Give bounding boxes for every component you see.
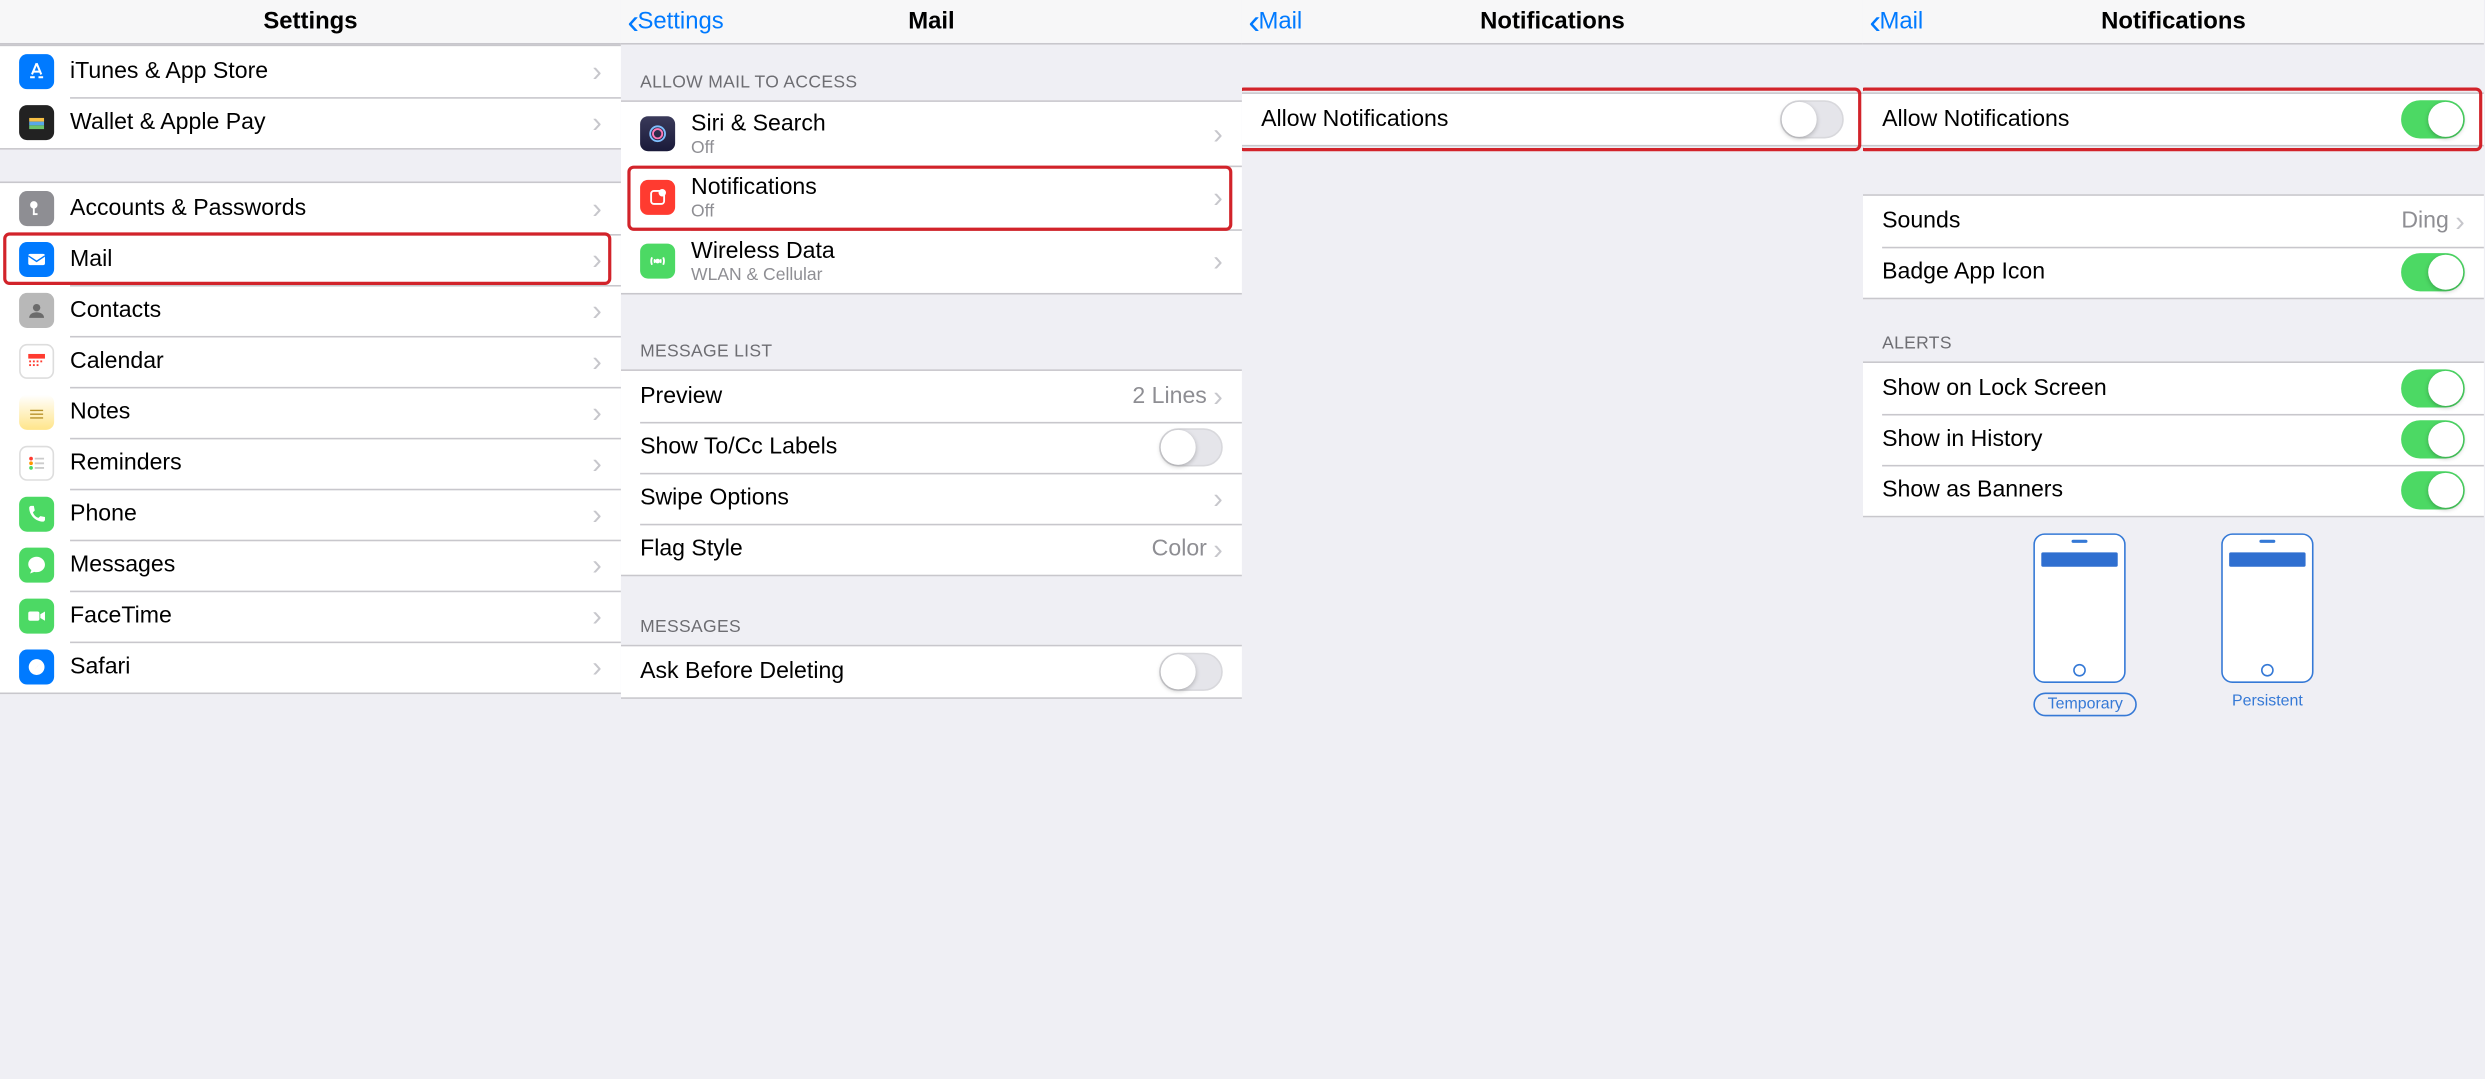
row-wallet-apple-pay[interactable]: Wallet & Apple Pay › — [0, 97, 621, 148]
navbar-settings: Settings — [0, 0, 621, 45]
row-sounds[interactable]: Sounds Ding › — [1863, 196, 2484, 247]
phone-icon — [19, 497, 54, 532]
contacts-icon — [19, 293, 54, 328]
navbar-notifications: ‹ Mail Notifications — [1863, 0, 2484, 45]
row-notifications[interactable]: Notifications Off › — [621, 166, 1242, 230]
row-show-as-banners[interactable]: Show as Banners — [1863, 465, 2484, 516]
back-button[interactable]: ‹ Mail — [1248, 4, 1302, 39]
chevron-right-icon: › — [592, 106, 602, 139]
chevron-right-icon: › — [592, 599, 602, 632]
calendar-icon — [19, 344, 54, 379]
row-ask-before-deleting[interactable]: Ask Before Deleting — [621, 646, 1242, 697]
page-title: Settings — [0, 8, 621, 35]
chevron-right-icon: › — [2455, 205, 2465, 238]
row-allow-notifications[interactable]: Allow Notifications — [1863, 94, 2484, 145]
chevron-right-icon: › — [592, 243, 602, 276]
row-phone[interactable]: Phone › — [0, 489, 621, 540]
chevron-right-icon: › — [592, 498, 602, 531]
chevron-right-icon: › — [592, 396, 602, 429]
banner-style-temporary[interactable]: Temporary — [2033, 533, 2125, 716]
row-contacts[interactable]: Contacts › — [0, 285, 621, 336]
row-itunes-app-store[interactable]: iTunes & App Store › — [0, 46, 621, 97]
back-button[interactable]: ‹ Mail — [1869, 4, 1923, 39]
siri-icon — [640, 116, 675, 151]
row-safari[interactable]: Safari › — [0, 642, 621, 693]
chevron-right-icon: › — [1213, 533, 1223, 566]
chevron-right-icon: › — [592, 345, 602, 378]
key-icon — [19, 191, 54, 226]
safari-icon — [19, 650, 54, 685]
row-badge-app-icon[interactable]: Badge App Icon — [1863, 247, 2484, 298]
chevron-right-icon: › — [592, 548, 602, 581]
banner-style-options: Temporary Persistent — [1863, 517, 2484, 719]
row-show-to-cc[interactable]: Show To/Cc Labels — [621, 422, 1242, 473]
chevron-right-icon: › — [1213, 380, 1223, 413]
banner-style-persistent[interactable]: Persistent — [2221, 533, 2313, 716]
chevron-right-icon: › — [592, 650, 602, 683]
chevron-right-icon: › — [1213, 181, 1223, 214]
facetime-icon — [19, 599, 54, 634]
navbar-mail: ‹ Settings Mail — [621, 0, 1242, 45]
row-facetime[interactable]: FaceTime › — [0, 591, 621, 642]
row-show-on-lock-screen[interactable]: Show on Lock Screen — [1863, 363, 2484, 414]
toggle-show-in-history[interactable] — [2401, 420, 2465, 458]
wireless-icon — [640, 244, 675, 279]
page-title: Notifications — [1242, 8, 1863, 35]
reminders-icon — [19, 446, 54, 481]
row-mail[interactable]: Mail › — [0, 234, 621, 285]
toggle-ask-before-deleting[interactable] — [1159, 653, 1223, 691]
row-allow-notifications[interactable]: Allow Notifications — [1242, 94, 1863, 145]
chevron-right-icon: › — [592, 294, 602, 327]
chevron-right-icon: › — [592, 447, 602, 480]
wallet-icon — [19, 105, 54, 140]
section-header-allow: ALLOW MAIL TO ACCESS — [621, 45, 1242, 101]
mail-icon — [19, 242, 54, 277]
row-calendar[interactable]: Calendar › — [0, 336, 621, 387]
notifications-icon — [640, 180, 675, 215]
navbar-notifications: ‹ Mail Notifications — [1242, 0, 1863, 45]
back-button[interactable]: ‹ Settings — [627, 4, 723, 39]
toggle-allow-notifications[interactable] — [1780, 100, 1844, 138]
section-header-message-list: MESSAGE LIST — [621, 295, 1242, 370]
row-reminders[interactable]: Reminders › — [0, 438, 621, 489]
chevron-right-icon: › — [592, 55, 602, 88]
toggle-show-to-cc[interactable] — [1159, 428, 1223, 466]
row-swipe-options[interactable]: Swipe Options › — [621, 473, 1242, 524]
notes-icon — [19, 395, 54, 430]
row-flag-style[interactable]: Flag Style Color › — [621, 524, 1242, 575]
section-header-messages: MESSAGES — [621, 576, 1242, 644]
row-notes[interactable]: Notes › — [0, 387, 621, 438]
row-messages[interactable]: Messages › — [0, 540, 621, 591]
app-store-icon — [19, 54, 54, 89]
toggle-allow-notifications[interactable] — [2401, 100, 2465, 138]
chevron-right-icon: › — [592, 192, 602, 225]
chevron-right-icon: › — [1213, 244, 1223, 277]
row-show-in-history[interactable]: Show in History — [1863, 414, 2484, 465]
row-preview[interactable]: Preview 2 Lines › — [621, 371, 1242, 422]
chevron-right-icon: › — [1213, 482, 1223, 515]
toggle-show-as-banners[interactable] — [2401, 471, 2465, 509]
section-header-alerts: ALERTS — [1863, 299, 2484, 361]
toggle-show-on-lock-screen[interactable] — [2401, 369, 2465, 407]
chevron-right-icon: › — [1213, 117, 1223, 150]
page-title: Notifications — [1863, 8, 2484, 35]
row-accounts-passwords[interactable]: Accounts & Passwords › — [0, 183, 621, 234]
messages-icon — [19, 548, 54, 583]
toggle-badge-app-icon[interactable] — [2401, 253, 2465, 291]
row-wireless-data[interactable]: Wireless Data WLAN & Cellular › — [621, 229, 1242, 293]
row-siri-search[interactable]: Siri & Search Off › — [621, 102, 1242, 166]
